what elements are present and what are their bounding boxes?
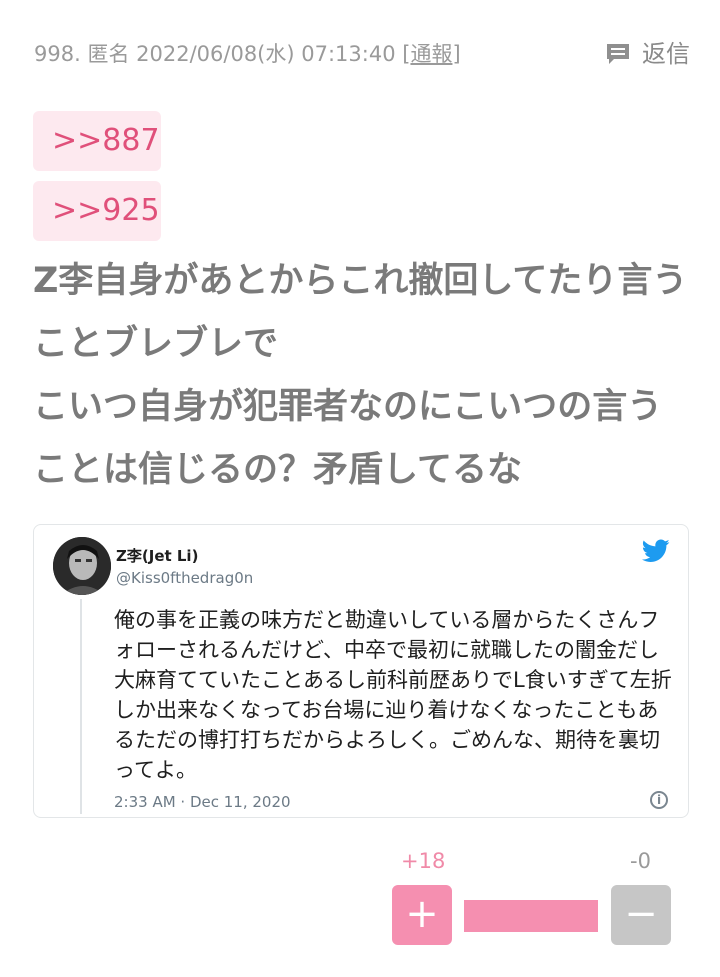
report-link[interactable]: 通報 [410,42,452,66]
plus-vote-count: +18 [401,849,446,873]
reply-button[interactable]: 返信 [606,36,690,72]
post-meta: 998. 匿名 2022/06/08(水) 07:13:40 [通報] [34,36,690,72]
post-number: 998. [34,42,81,66]
tweet-timestamp[interactable]: 2:33 AM · Dec 11, 2020 [114,793,291,811]
info-icon[interactable]: i [650,791,668,809]
tweet-author-name[interactable]: Z李(Jet Li) [116,545,198,566]
vote-ratio-bar [464,900,598,932]
post-datetime: 2022/06/08(水) 07:13:40 [136,42,396,66]
comment-icon [606,43,630,65]
embedded-tweet[interactable]: Z李(Jet Li) @Kiss0fthedrag0n 俺の事を正義の味方だと勘… [33,524,689,818]
anchor-link-887[interactable]: >>887 [33,111,161,171]
report-bracket-close: ] [452,42,461,66]
reply-label: 返信 [642,40,690,68]
tweet-author-handle[interactable]: @Kiss0fthedrag0n [116,569,253,587]
twitter-bird-icon[interactable] [641,539,670,563]
avatar[interactable] [53,537,111,595]
tweet-text: 俺の事を正義の味方だと勘違いしている層からたくさんフォローされるんだけど、中卒で… [114,608,672,782]
minus-vote-count: -0 [630,849,651,873]
post-body: Z李自身があとからこれ撤回してたり言うことブレブレで こいつ自身が犯罪者なのにこ… [33,261,688,490]
anchor-link-925[interactable]: >>925 [33,181,161,241]
minus-vote-button[interactable]: − [611,885,671,945]
post-header: 998. 匿名 2022/06/08(水) 07:13:40 [通報] 返信 [34,36,690,72]
tweet-thread-line [80,599,82,814]
plus-vote-button[interactable]: + [392,885,452,945]
post-author: 匿名 [87,42,130,66]
